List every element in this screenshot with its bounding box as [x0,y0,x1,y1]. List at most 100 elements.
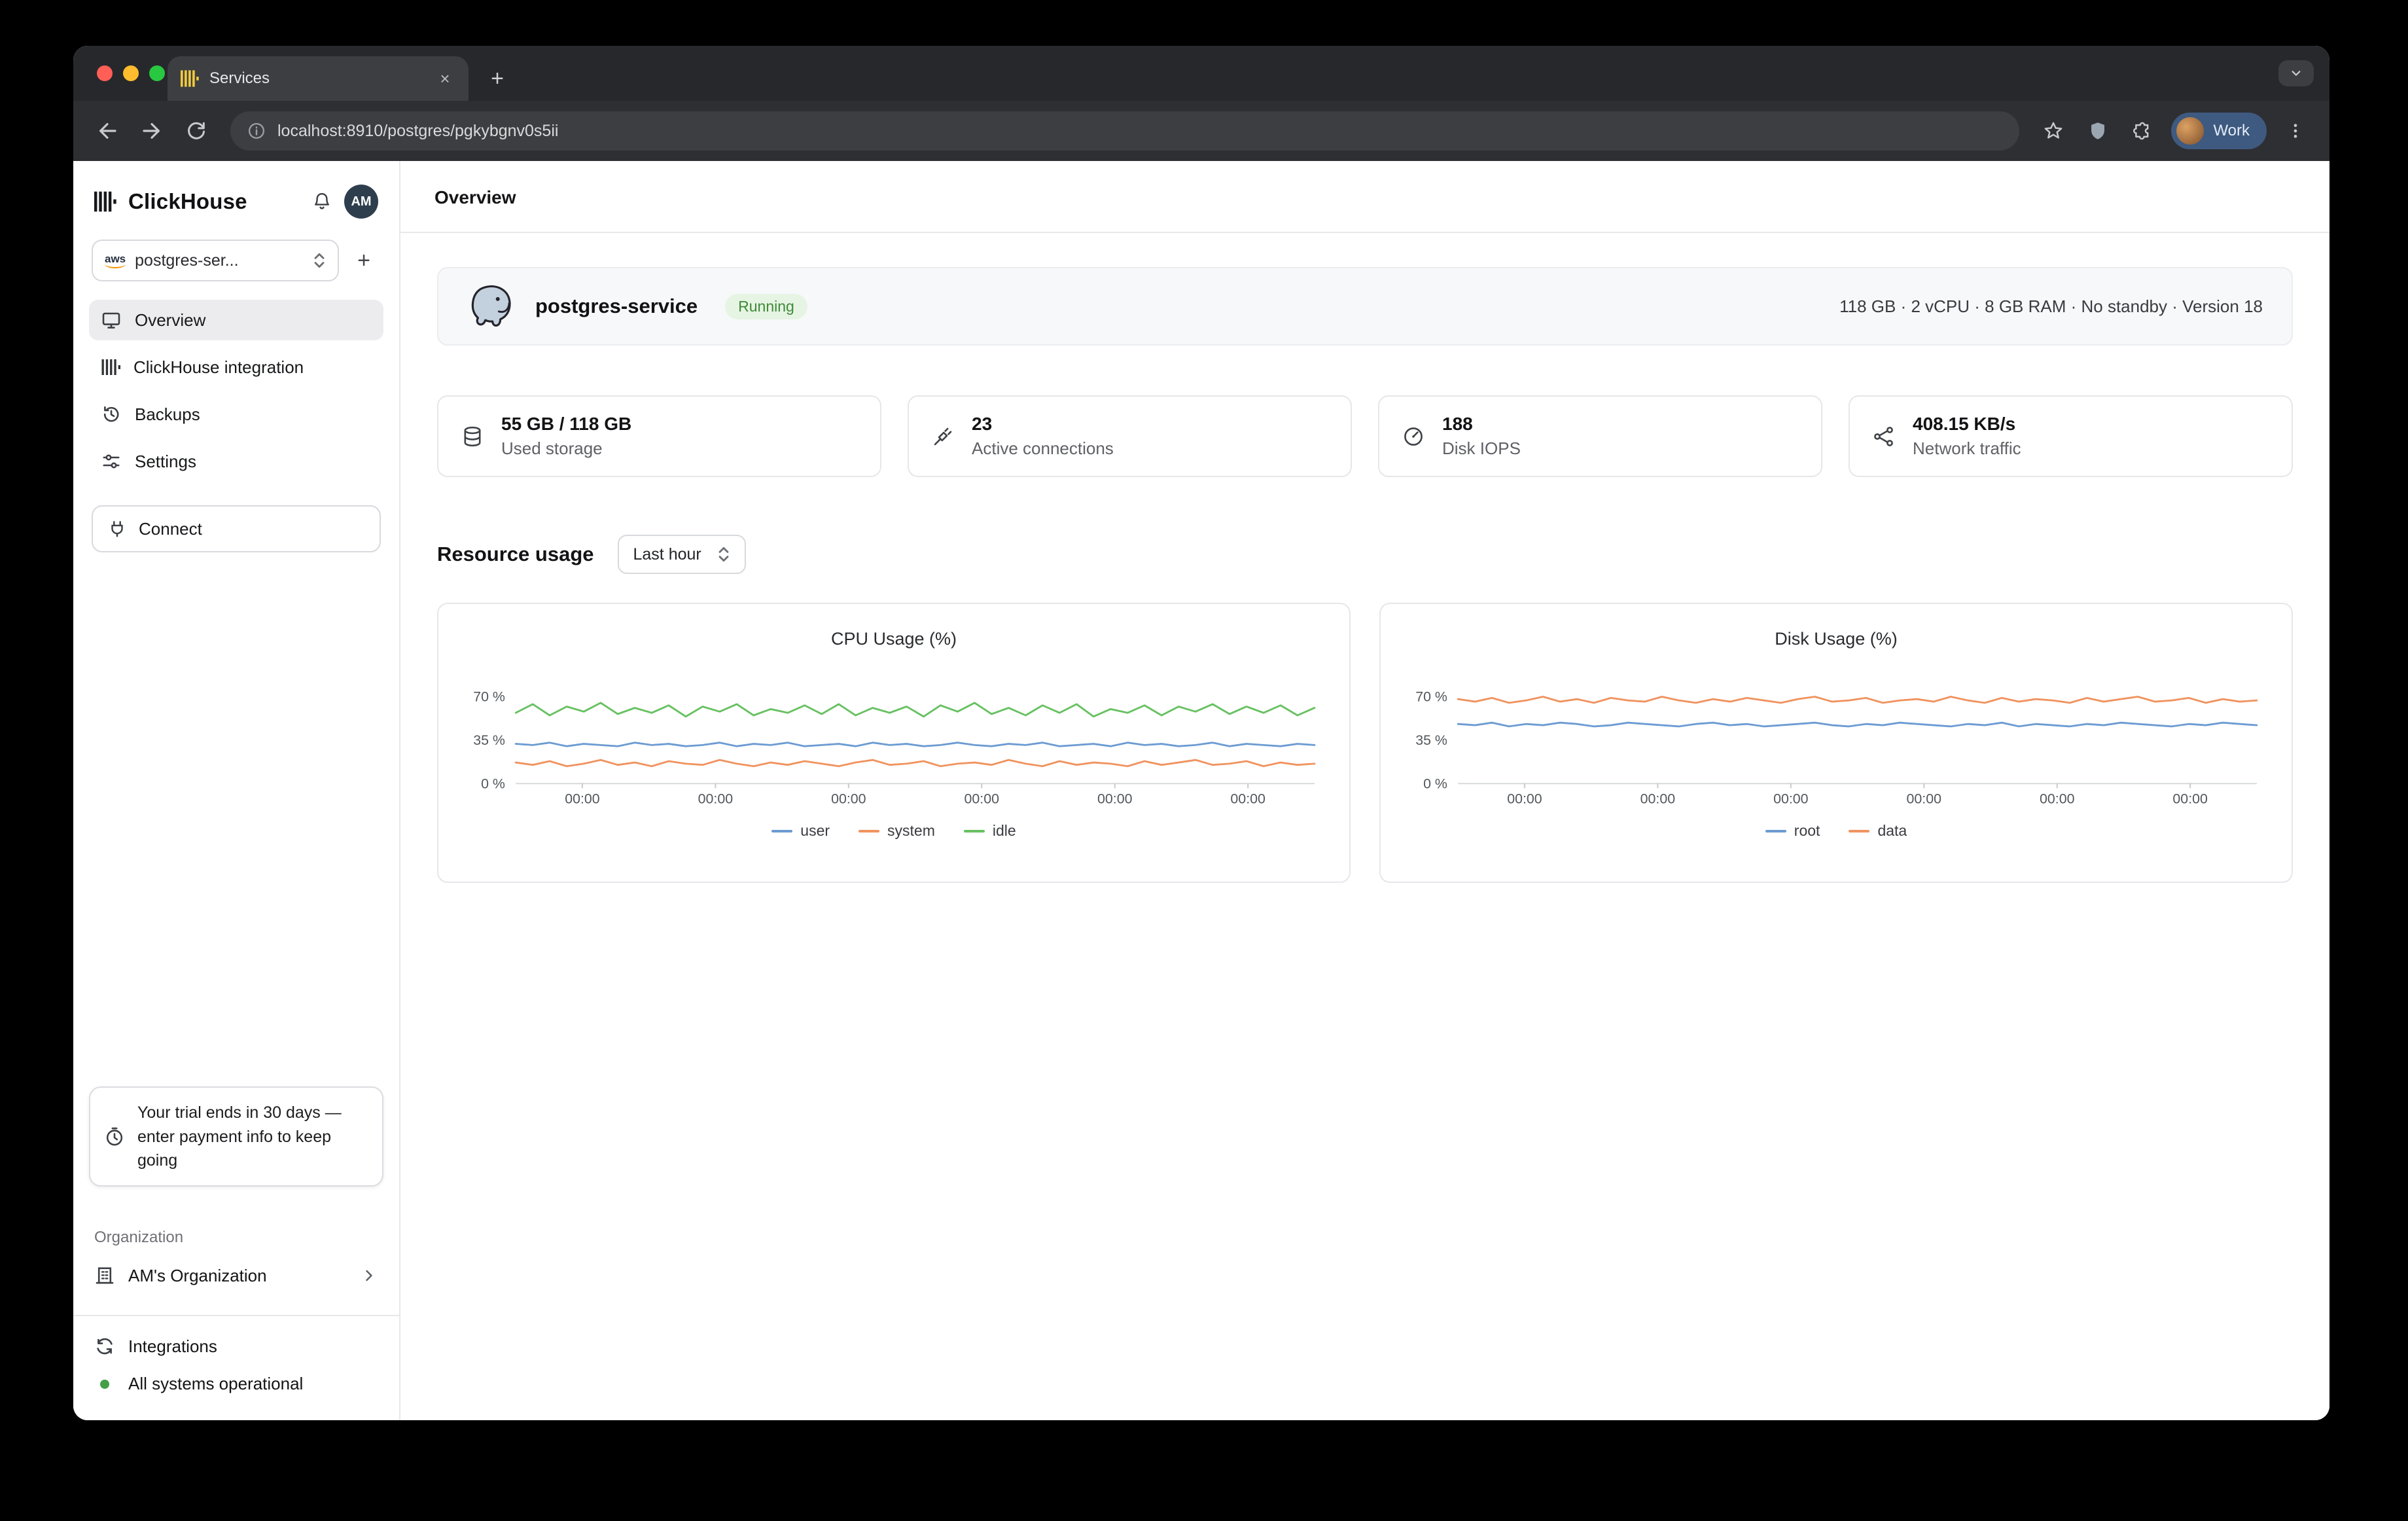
disk-usage-plot[interactable]: 0 %35 %70 %00:0000:0000:0000:0000:0000:0… [1396,661,2276,815]
chart-title: CPU Usage (%) [454,629,1334,649]
chevron-right-icon [360,1266,378,1285]
storage-icon [461,425,484,448]
svg-text:00:00: 00:00 [2040,791,2075,807]
svg-text:00:00: 00:00 [965,791,1000,807]
stat-card-disk-iops: 188 Disk IOPS [1378,395,1822,477]
svg-text:70 %: 70 % [1415,689,1447,705]
sidebar-item-settings[interactable]: Settings [89,441,383,482]
legend-label: idle [993,822,1016,840]
legend-item[interactable]: system [859,822,935,840]
bookmark-button[interactable] [2032,110,2074,152]
status-badge: Running [725,294,807,319]
legend-label: user [800,822,830,840]
sidebar-item-backups[interactable]: Backups [89,394,383,435]
main-panel: Overview postgres-service Running 118 GB… [400,161,2329,1420]
organization-switcher[interactable]: AM's Organization [79,1255,394,1297]
sidebar-footer: Integrations All systems operational [73,1315,399,1420]
browser-tab-services[interactable]: Services × [168,56,469,101]
new-tab-button[interactable]: + [479,60,516,97]
service-selector-row: aws postgres-ser... + [73,229,399,281]
system-status-row[interactable]: All systems operational [94,1374,378,1394]
tab-search-button[interactable] [2278,60,2314,86]
sliders-icon [101,451,122,472]
connections-icon [931,425,955,448]
organization-name: AM's Organization [128,1266,267,1286]
legend-item[interactable]: user [771,822,830,840]
cpu-usage-chart: CPU Usage (%) 0 %35 %70 %00:0000:0000:00… [437,603,1351,883]
select-updown-icon [717,545,730,564]
status-ok-dot [100,1380,109,1389]
stat-value: 408.15 KB/s [1913,414,2021,435]
connect-button-label: Connect [139,519,202,539]
sidebar-item-clickhouse-integration[interactable]: ClickHouse integration [89,347,383,387]
legend-swatch [964,830,985,832]
url-text: localhost:8910/postgres/pgkybgnv0s5ii [277,122,558,141]
svg-text:00:00: 00:00 [1773,791,1809,807]
service-header-card: postgres-service Running 118 GB · 2 vCPU… [437,267,2293,346]
profile-avatar [2176,117,2204,145]
stat-value: 188 [1442,414,1521,435]
star-icon [2042,120,2064,142]
privacy-extension-button[interactable] [2077,110,2119,152]
clickhouse-bars-icon [101,357,120,377]
legend-label: root [1794,822,1820,840]
svg-text:00:00: 00:00 [1230,791,1266,807]
service-selector[interactable]: aws postgres-ser... [92,240,339,281]
stat-card-used-storage: 55 GB / 118 GB Used storage [437,395,881,477]
network-icon [1872,425,1896,448]
system-status-text: All systems operational [128,1374,303,1394]
add-service-button[interactable]: + [344,241,383,280]
resource-usage-row: Resource usage Last hour [437,535,2293,574]
site-info-icon[interactable] [247,122,266,140]
integrations-link[interactable]: Integrations [94,1336,378,1357]
user-avatar[interactable]: AM [344,185,378,219]
back-button[interactable] [86,110,128,152]
clickhouse-logo [94,190,116,213]
legend-item[interactable]: data [1849,822,1907,840]
service-specs: 118 GB · 2 vCPU · 8 GB RAM · No standby … [1839,296,2263,317]
forward-button[interactable] [131,110,173,152]
address-bar[interactable]: localhost:8910/postgres/pgkybgnv0s5ii [230,111,2019,151]
connect-button[interactable]: Connect [92,505,381,552]
sidebar-nav: Overview ClickHouse integration [73,300,399,482]
sidebar-item-overview[interactable]: Overview [89,300,383,340]
svg-text:0 %: 0 % [481,776,505,791]
stat-label: Active connections [972,438,1114,459]
legend-item[interactable]: root [1765,822,1820,840]
charts-row: CPU Usage (%) 0 % 35 % 70 % 00:00 00:00 00:00… [437,603,2293,883]
sidebar-item-label: Backups [135,404,200,425]
window-controls [97,65,165,81]
close-window-button[interactable] [97,65,113,81]
sidebar-spacer [73,552,399,1086]
sidebar-item-label: Overview [135,310,205,331]
svg-text:00:00: 00:00 [1640,791,1676,807]
stat-value: 23 [972,414,1114,435]
extensions-button[interactable] [2121,110,2163,152]
sidebar-item-label: ClickHouse integration [133,357,304,378]
shield-icon [2087,120,2108,141]
svg-text:00:00: 00:00 [2172,791,2208,807]
cpu-usage-plot[interactable]: 0 %35 %70 %00:0000:0000:0000:0000:0000:0… [454,661,1334,815]
stat-card-active-connections: 23 Active connections [908,395,1352,477]
legend-swatch [1765,830,1786,832]
time-range-value: Last hour [633,545,701,564]
browser-profile-button[interactable]: Work [2171,113,2267,149]
notifications-button[interactable] [311,191,332,212]
legend-swatch [771,830,792,832]
minimize-window-button[interactable] [123,65,139,81]
browser-menu-button[interactable] [2275,110,2316,152]
sidebar-item-label: Settings [135,452,196,472]
page-content: postgres-service Running 118 GB · 2 vCPU… [400,233,2329,917]
reload-button[interactable] [175,110,217,152]
trial-notice: Your trial ends in 30 days — enter payme… [89,1086,383,1187]
history-icon [101,404,122,425]
svg-text:70 %: 70 % [473,689,505,705]
stat-label: Disk IOPS [1442,438,1521,459]
zoom-window-button[interactable] [149,65,165,81]
stat-label: Network traffic [1913,438,2021,459]
sidebar-header: ClickHouse AM [73,174,399,229]
close-tab-icon[interactable]: × [434,68,455,89]
svg-text:35 %: 35 % [473,732,505,748]
time-range-select[interactable]: Last hour [618,535,746,574]
legend-item[interactable]: idle [964,822,1016,840]
